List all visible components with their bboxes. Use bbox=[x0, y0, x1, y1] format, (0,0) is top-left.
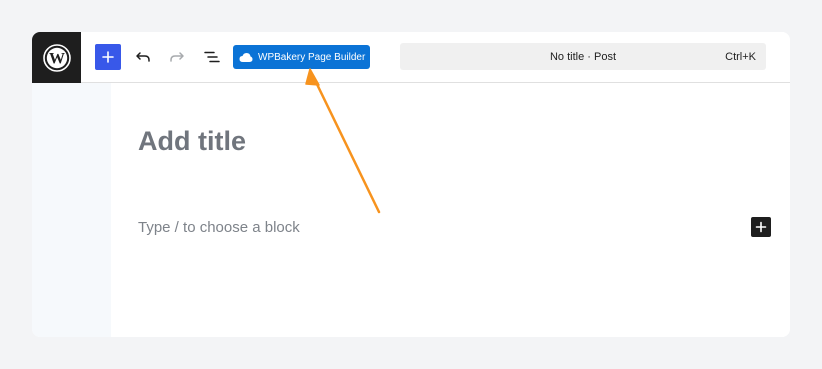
redo-icon bbox=[170, 52, 184, 62]
plus-icon bbox=[102, 51, 114, 63]
block-inserter-button[interactable] bbox=[751, 217, 771, 237]
plus-icon bbox=[755, 221, 767, 233]
undo-icon bbox=[136, 52, 150, 62]
command-shortcut: Ctrl+K bbox=[725, 51, 756, 63]
editor-header: W WPBakery Page Builder No title · Post … bbox=[32, 32, 790, 83]
command-palette-bar[interactable]: No title · Post Ctrl+K bbox=[400, 43, 766, 70]
wpbakery-page-builder-button[interactable]: WPBakery Page Builder bbox=[233, 45, 370, 69]
svg-text:W: W bbox=[49, 50, 65, 67]
wordpress-logo-icon[interactable]: W bbox=[32, 32, 81, 83]
wpbakery-cloud-icon bbox=[239, 52, 253, 62]
page-builder-label: WPBakery Page Builder bbox=[258, 51, 366, 63]
editor-canvas: Add title Type / to choose a block bbox=[111, 83, 790, 337]
post-title-input[interactable]: Add title bbox=[138, 126, 246, 157]
add-block-button[interactable] bbox=[95, 44, 121, 70]
block-placeholder-input[interactable]: Type / to choose a block bbox=[138, 219, 300, 236]
editor-window: W WPBakery Page Builder No title · Post … bbox=[32, 32, 790, 337]
undo-button[interactable] bbox=[131, 45, 155, 69]
left-panel bbox=[32, 83, 111, 337]
document-title: No title · Post bbox=[549, 51, 617, 63]
redo-button[interactable] bbox=[165, 45, 189, 69]
list-view-button[interactable] bbox=[200, 45, 224, 69]
list-view-icon bbox=[204, 51, 220, 63]
